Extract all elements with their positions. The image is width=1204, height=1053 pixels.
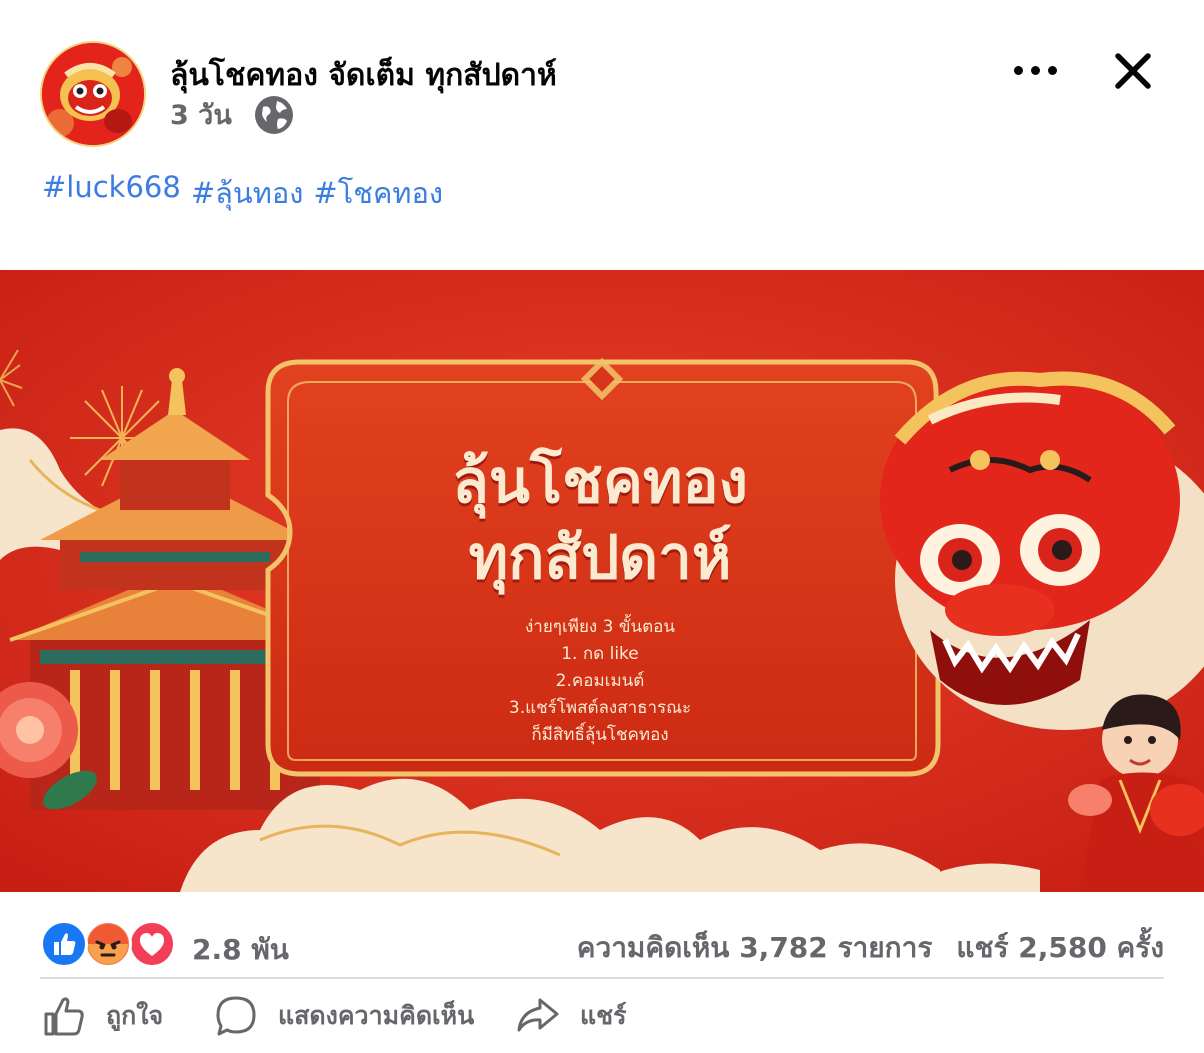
page-name[interactable]: ลุ้นโชคทอง จัดเต็ม ทุกสัปดาห์ bbox=[170, 52, 557, 99]
banner-step-outro: ก็มีสิทธิ์ลุ้นโชคทอง bbox=[531, 725, 669, 745]
banner-step: 2.คอมเมนต์ bbox=[555, 671, 645, 691]
dot-icon bbox=[1013, 65, 1023, 75]
comment-label: แสดงความคิดเห็น bbox=[278, 1001, 475, 1030]
post-hashtags: #luck668 #ลุ้นทอง #โชคทอง bbox=[42, 170, 443, 216]
banner-title-line-2: ทุกสัปดาห์ bbox=[468, 523, 732, 593]
comment-button[interactable]: แสดงความคิดเห็น bbox=[212, 988, 474, 1044]
like-label: ถูกใจ bbox=[106, 1001, 164, 1030]
lion-dance-avatar-icon bbox=[42, 43, 144, 145]
post-meta: 3 วัน bbox=[170, 93, 294, 136]
banner-step-intro: ง่ายๆเพียง 3 ขั้นตอน bbox=[525, 617, 675, 637]
post-image[interactable]: ลุ้นโชคทอง ทุกสัปดาห์ ง่ายๆเพียง 3 ขั้นต… bbox=[0, 270, 1204, 892]
hashtag-link[interactable]: #ลุ้นทอง bbox=[191, 170, 304, 216]
comment-bubble-icon bbox=[216, 996, 256, 1036]
banner-step: 1. กด like bbox=[561, 644, 639, 664]
post-header: ลุ้นโชคทอง จัดเต็ม ทุกสัปดาห์ 3 วัน bbox=[0, 0, 1204, 150]
banner-info-card: ลุ้นโชคทอง ทุกสัปดาห์ ง่ายๆเพียง 3 ขั้นต… bbox=[262, 362, 938, 774]
close-icon[interactable] bbox=[1110, 48, 1156, 94]
reaction-summary[interactable] bbox=[40, 920, 176, 968]
share-arrow-icon bbox=[517, 998, 559, 1032]
reaction-count[interactable]: 2.8 พัน bbox=[192, 928, 289, 972]
hashtag-link[interactable]: #โชคทอง bbox=[313, 170, 443, 216]
banner-steps: ง่ายๆเพียง 3 ขั้นตอน 1. กด like 2.คอมเมน… bbox=[509, 614, 691, 749]
post-timestamp[interactable]: 3 วัน bbox=[170, 93, 232, 136]
share-button[interactable]: แชร์ bbox=[514, 988, 627, 1044]
banner-title-line-1: ลุ้นโชคทอง bbox=[452, 447, 748, 517]
angry-icon bbox=[84, 920, 132, 968]
love-icon bbox=[128, 920, 176, 968]
banner-step: 3.แชร์โพสต์ลงสาธารณะ bbox=[508, 698, 692, 718]
banner-title: ลุ้นโชคทอง ทุกสัปดาห์ bbox=[452, 444, 748, 596]
dot-icon bbox=[1030, 65, 1040, 75]
more-options-button[interactable] bbox=[1005, 52, 1065, 88]
thumbs-up-icon bbox=[44, 997, 84, 1036]
hashtag-link[interactable]: #luck668 bbox=[42, 170, 181, 216]
dot-icon bbox=[1047, 65, 1057, 75]
engagement-counts: ความคิดเห็น 3,782 รายการ แชร์ 2,580 ครั้… bbox=[577, 926, 1164, 970]
page-avatar[interactable] bbox=[40, 41, 146, 147]
share-label: แชร์ bbox=[580, 1001, 627, 1030]
like-icon bbox=[40, 920, 88, 968]
like-button[interactable]: ถูกใจ bbox=[40, 988, 163, 1044]
share-count[interactable]: แชร์ 2,580 ครั้ง bbox=[956, 926, 1164, 970]
facebook-post: ลุ้นโชคทอง จัดเต็ม ทุกสัปดาห์ 3 วัน #luc… bbox=[0, 0, 1204, 1053]
action-divider bbox=[40, 977, 1164, 979]
post-actions: ถูกใจ แสดงความคิดเห็น แชร์ bbox=[40, 988, 1164, 1044]
post-stats: 2.8 พัน ความคิดเห็น 3,782 รายการ แชร์ 2,… bbox=[40, 918, 1164, 970]
comment-count[interactable]: ความคิดเห็น 3,782 รายการ bbox=[577, 926, 933, 970]
globe-icon bbox=[254, 95, 293, 134]
